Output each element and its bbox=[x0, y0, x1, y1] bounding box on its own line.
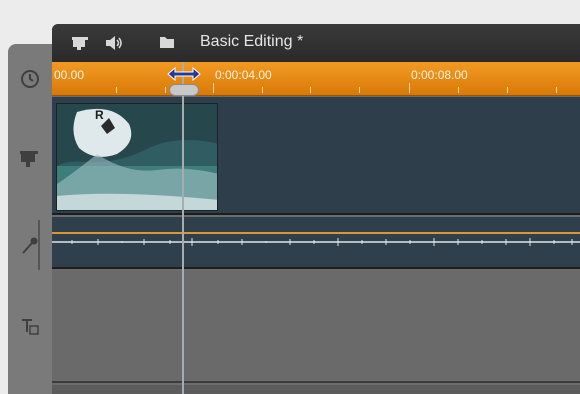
speaker-icon[interactable] bbox=[104, 34, 124, 57]
audio-waveform bbox=[52, 238, 580, 246]
timeline-ruler[interactable]: 00.00 0:00:04.00 0:00:08.00 bbox=[52, 62, 580, 96]
ruler-tick bbox=[359, 87, 360, 93]
text-track-icon[interactable] bbox=[18, 316, 42, 340]
ruler-tick bbox=[262, 87, 263, 93]
track-tools-rail bbox=[8, 44, 52, 394]
audio-track[interactable] bbox=[52, 217, 580, 269]
ruler-tick bbox=[116, 87, 117, 93]
folder-icon[interactable] bbox=[158, 34, 176, 55]
timeline-editor: Basic Editing * 00.00 0:00:04.00 0:00:08… bbox=[52, 24, 580, 394]
ruler-tick bbox=[507, 87, 508, 93]
ruler-tick bbox=[556, 87, 557, 93]
microphone-icon[interactable] bbox=[18, 234, 42, 258]
clip-label: R bbox=[95, 108, 104, 122]
playhead-scrubber[interactable] bbox=[169, 84, 199, 96]
timecode-label: 0:00:08.00 bbox=[411, 68, 468, 82]
title-track[interactable] bbox=[52, 271, 580, 383]
camera-track-icon[interactable] bbox=[18, 148, 42, 172]
video-clip[interactable]: R bbox=[56, 103, 218, 211]
ruler-tick bbox=[310, 87, 311, 93]
camera-icon[interactable] bbox=[70, 34, 92, 57]
ruler-tick bbox=[213, 83, 214, 93]
ruler-tick bbox=[165, 87, 166, 93]
playhead-line[interactable] bbox=[182, 62, 184, 394]
timecode-label: 0:00:04.00 bbox=[215, 68, 272, 82]
lower-track[interactable] bbox=[52, 385, 580, 394]
timecode-label: 00.00 bbox=[54, 68, 85, 82]
ruler-tick bbox=[458, 87, 459, 93]
video-track[interactable]: R bbox=[52, 97, 580, 215]
editor-header: Basic Editing * bbox=[52, 24, 580, 62]
trim-arrow-icon[interactable] bbox=[166, 64, 202, 84]
project-title: Basic Editing * bbox=[200, 33, 304, 50]
clock-icon[interactable] bbox=[18, 68, 42, 92]
ruler-tick bbox=[409, 83, 410, 93]
